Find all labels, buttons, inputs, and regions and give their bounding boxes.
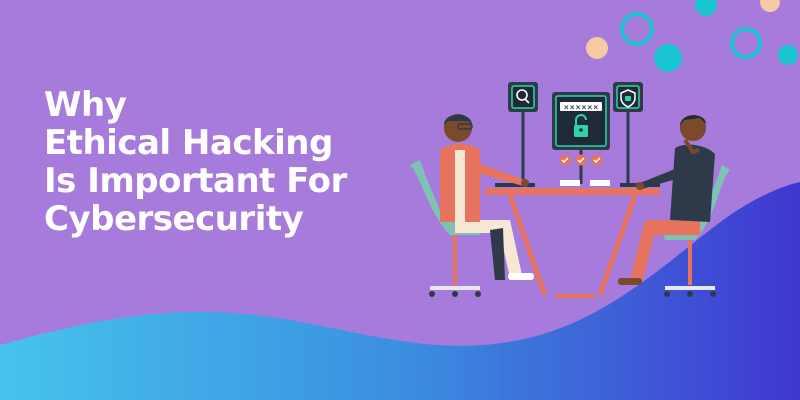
password-field: ×××××× bbox=[563, 104, 598, 112]
title-line: Why bbox=[44, 85, 127, 125]
checkmark-icon bbox=[559, 154, 603, 166]
ring-decoration bbox=[730, 27, 762, 59]
dot-decoration bbox=[778, 45, 798, 65]
title-line: Ethical Hacking bbox=[44, 123, 333, 163]
dot-decoration bbox=[654, 44, 682, 72]
title-line: Is Important For bbox=[44, 161, 347, 201]
paper bbox=[560, 180, 580, 186]
paper bbox=[590, 180, 610, 186]
monitor-center: ×××××× bbox=[552, 92, 610, 184]
monitor-left bbox=[508, 82, 538, 185]
hacking-illustration: ×××××× bbox=[410, 82, 730, 298]
banner-title: Why Ethical Hacking Is Important For Cyb… bbox=[44, 86, 347, 238]
title-line: Cybersecurity bbox=[44, 199, 304, 239]
dot-decoration bbox=[586, 37, 608, 59]
hero-banner: Why Ethical Hacking Is Important For Cyb… bbox=[0, 0, 800, 400]
person-right bbox=[618, 115, 730, 297]
ring-decoration bbox=[620, 12, 654, 46]
